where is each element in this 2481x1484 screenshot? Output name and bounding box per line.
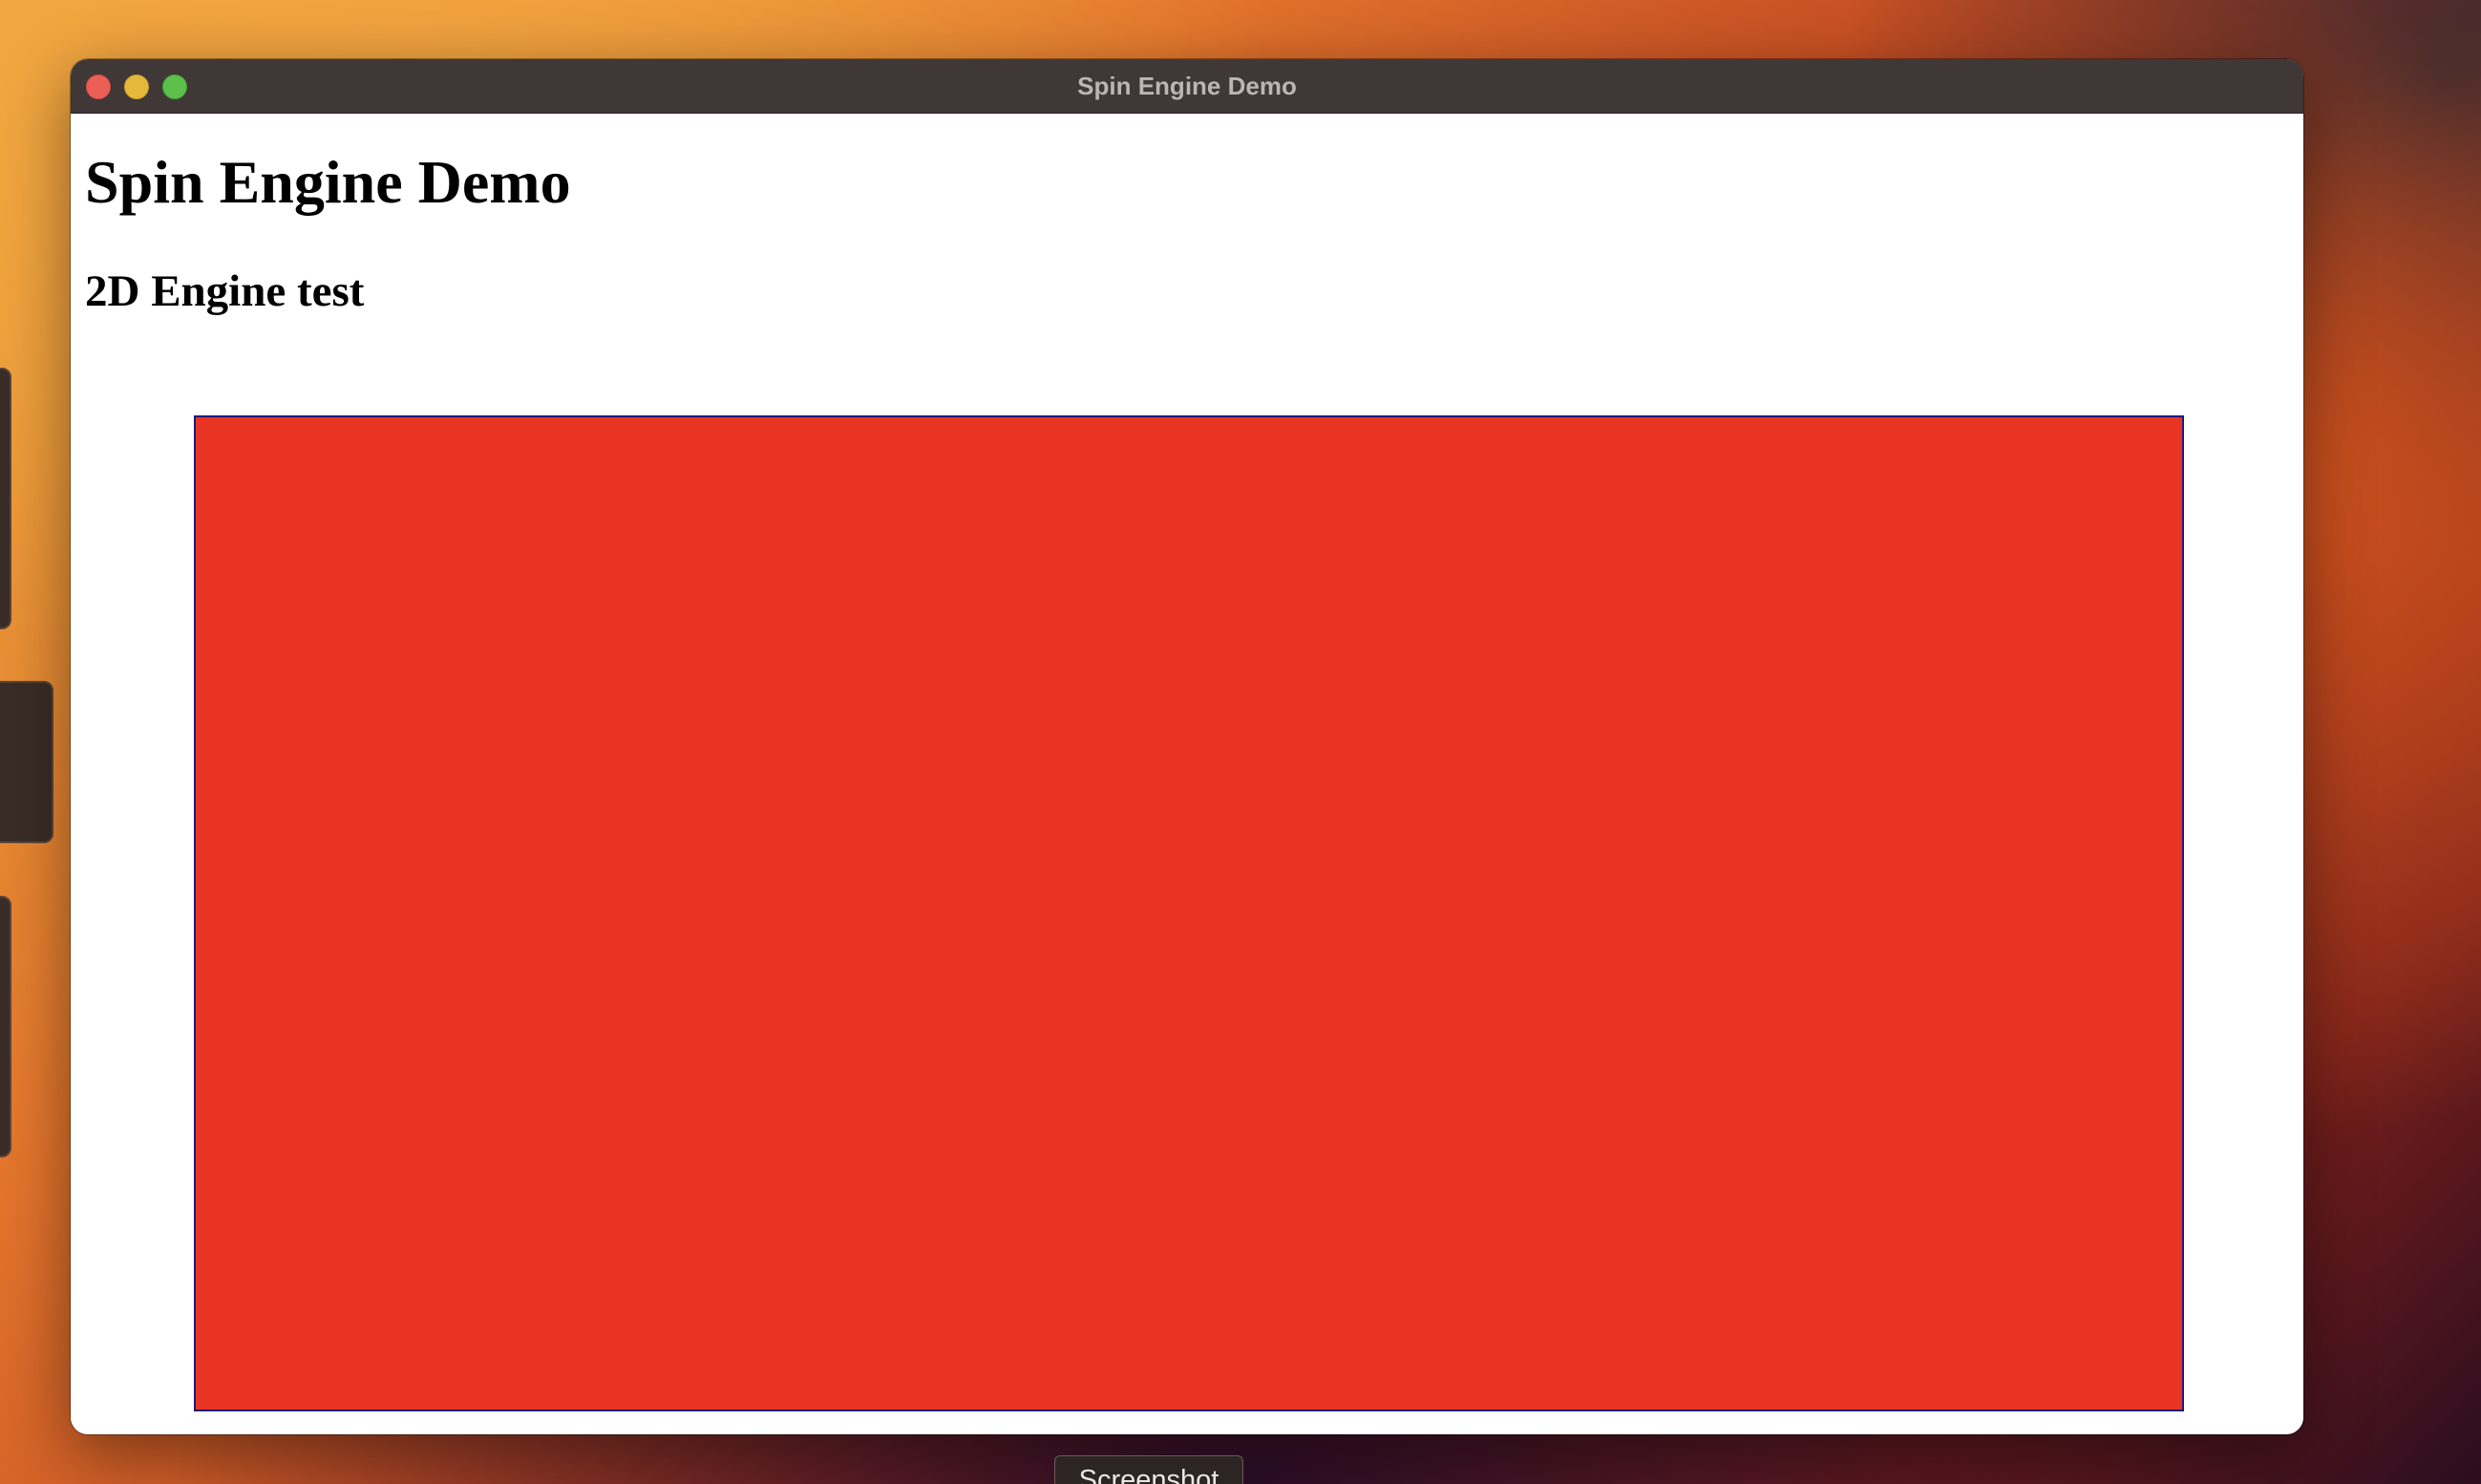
window-title: Spin Engine Demo [1077, 72, 1297, 100]
background-window-thumbnail[interactable] [0, 896, 11, 1157]
window-titlebar[interactable]: Spin Engine Demo [71, 59, 2303, 114]
page-content: Spin Engine Demo 2D Engine test [71, 114, 2303, 1434]
background-window-thumbnail[interactable] [0, 681, 53, 843]
app-window: Spin Engine Demo Spin Engine Demo 2D Eng… [71, 59, 2303, 1434]
background-window-thumbnail[interactable] [0, 368, 11, 629]
page-title: Spin Engine Demo [85, 148, 571, 216]
engine-canvas[interactable] [194, 415, 2184, 1411]
page-subtitle: 2D Engine test [85, 266, 365, 316]
screenshot-button[interactable]: Screenshot [1054, 1455, 1243, 1484]
desktop-wallpaper: Spin Engine Demo Spin Engine Demo 2D Eng… [0, 0, 2481, 1484]
